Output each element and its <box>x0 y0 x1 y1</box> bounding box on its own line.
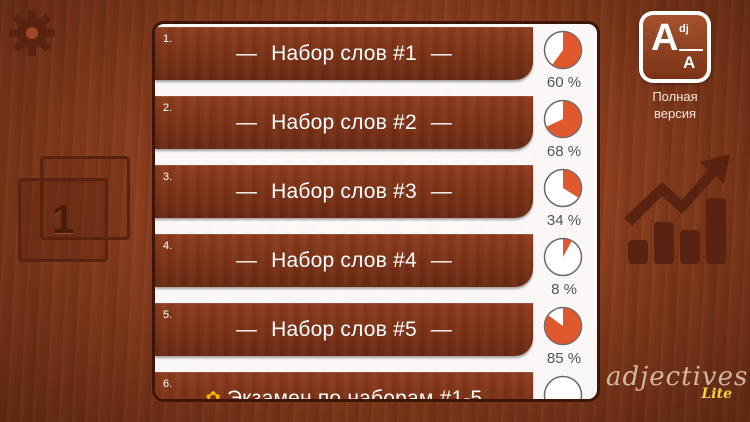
list-item-title: — Набор слов #4 — <box>155 234 533 287</box>
progress-pie-icon <box>543 30 583 70</box>
exam-list-item[interactable]: 6. ✿ Экзамен по наборам #1-5 <box>155 369 597 402</box>
progress-pie-icon <box>543 375 583 399</box>
level-number: 1 <box>51 197 75 242</box>
list-item-title-text: Набор слов #4 <box>271 248 417 272</box>
title-dash-right: — <box>430 41 453 65</box>
progress-pie-icon <box>543 306 583 346</box>
full-version-label-line2: версия <box>653 106 697 121</box>
title-dash-right: — <box>430 248 453 272</box>
title-dash-right: — <box>430 110 453 134</box>
progress-percent: 85 % <box>546 350 582 367</box>
full-version-button[interactable]: A dj A <box>639 11 711 83</box>
icon-divider <box>679 49 703 51</box>
icon-letter-a: A <box>651 17 679 59</box>
progress-percent: 8 % <box>551 281 577 298</box>
title-dash-right: — <box>430 317 453 341</box>
word-set-item[interactable]: 2. — Набор слов #2—68 % <box>155 93 597 162</box>
title-dash-left: — <box>235 248 258 272</box>
list-item-title: — Набор слов #1 — <box>155 27 533 80</box>
list-item-title-text: Набор слов #1 <box>271 41 417 65</box>
progress-pie-icon <box>543 168 583 208</box>
word-set-item[interactable]: 1. — Набор слов #1—60 % <box>155 24 597 93</box>
app-logo: adjectives Lite <box>606 360 747 410</box>
word-set-item[interactable]: 5. — Набор слов #5—85 % <box>155 300 597 369</box>
word-set-list[interactable]: 1. — Набор слов #1—60 % 2. — Набор слов #2—68… <box>152 21 600 402</box>
progress-percent: 68 % <box>546 143 582 160</box>
title-dash-left: — <box>235 110 258 134</box>
list-item-title: ✿ Экзамен по наборам #1-5 <box>155 372 533 402</box>
list-item-title-text: Набор слов #5 <box>271 317 417 341</box>
progress-percent: 34 % <box>546 212 582 229</box>
word-set-item[interactable]: 4. — Набор слов #4—8 % <box>155 231 597 300</box>
list-item-title: — Набор слов #5 — <box>155 303 533 356</box>
full-version-app-icon: A dj A <box>643 15 707 79</box>
title-dash-right: — <box>430 179 453 203</box>
title-dash-left: — <box>235 179 258 203</box>
flower-icon: ✿ <box>205 388 221 402</box>
full-version-label-line1: Полная <box>652 89 698 104</box>
gear-icon[interactable] <box>7 8 57 58</box>
title-dash-left: — <box>235 41 258 65</box>
chart-trend-icon[interactable] <box>624 152 734 266</box>
list-item-title: — Набор слов #2 — <box>155 96 533 149</box>
list-item-title-text: Экзамен по наборам #1-5 <box>226 386 483 402</box>
progress-pie-background <box>543 375 583 399</box>
level-selector[interactable]: 1 <box>18 156 132 266</box>
list-item-title-text: Набор слов #2 <box>271 110 417 134</box>
progress-pie-icon <box>543 237 583 277</box>
progress-pie-icon <box>543 99 583 139</box>
list-item-title: — Набор слов #3 — <box>155 165 533 218</box>
progress-percent: 60 % <box>546 74 582 91</box>
full-version-label[interactable]: Полная версия <box>630 88 720 122</box>
list-item-title-text: Набор слов #3 <box>271 179 417 203</box>
icon-letter-small: A <box>683 53 696 72</box>
word-set-item[interactable]: 3. — Набор слов #3—34 % <box>155 162 597 231</box>
icon-superscript: dj <box>679 23 689 35</box>
title-dash-left: — <box>235 317 258 341</box>
logo-edition: Lite <box>701 386 732 402</box>
